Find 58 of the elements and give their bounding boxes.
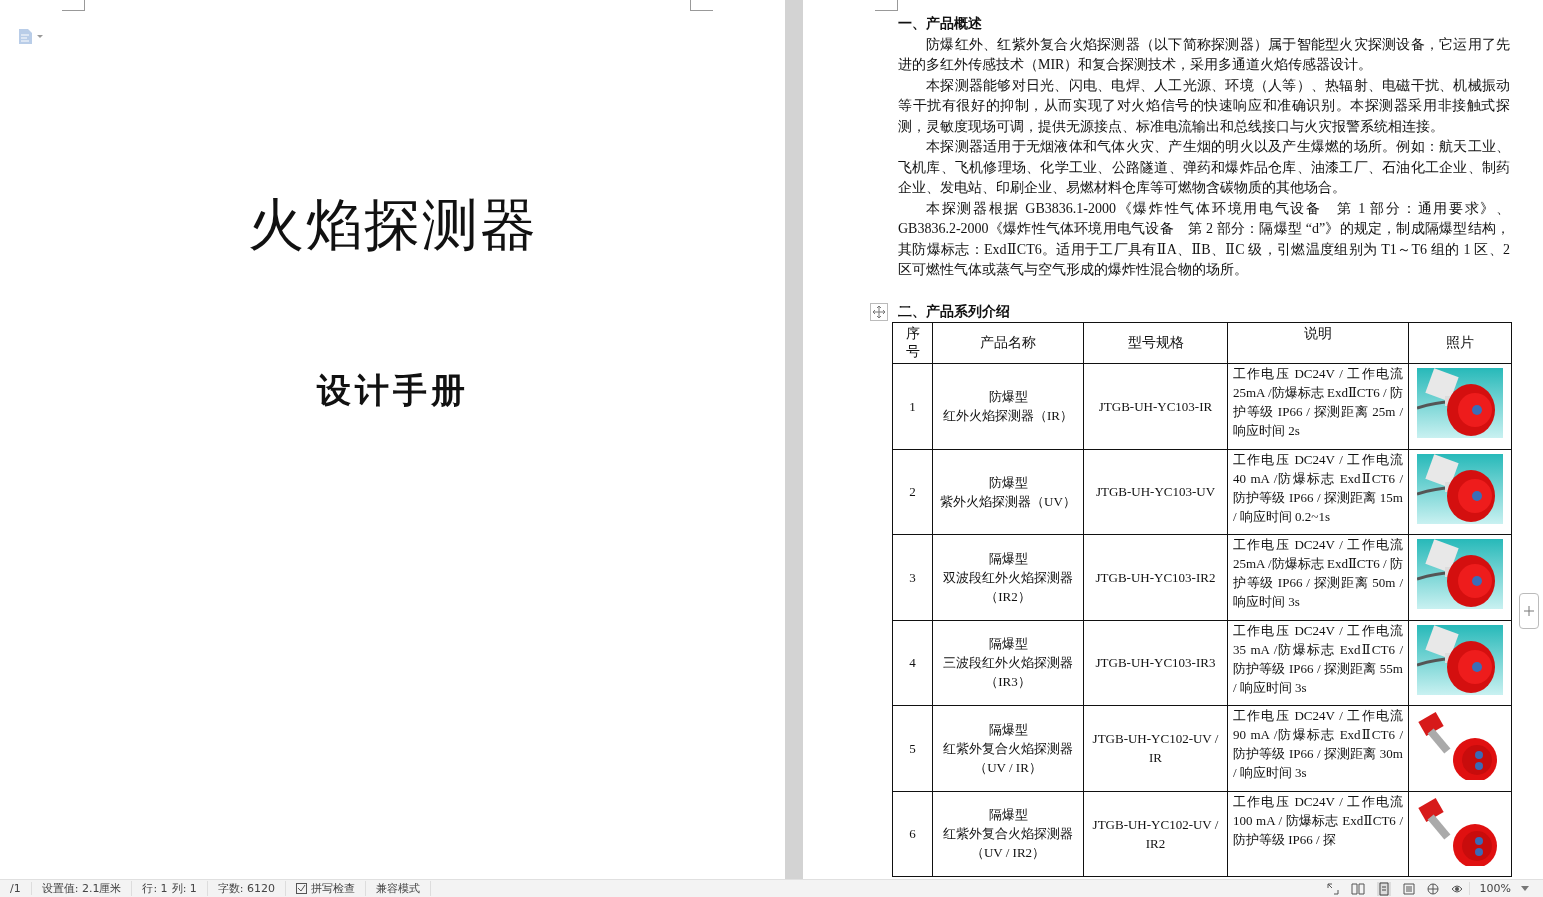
table-cell: 隔爆型 红紫外复合火焰探测器（UV / IR） <box>932 705 1084 791</box>
paragraph: 本探测器能够对日光、闪电、电焊、人工光源、环境（人等）、热辐射、电磁干扰、机械振动等干扰有很好的抑制，从而实现了对火焰信号的快速响应和准确识别。本探测器采用非接触式探测，灵敏度现场可调，提供无源接点、标准电流输出和总线接口与火灾报警系统相连接。 <box>898 76 1510 136</box>
table-cell: JTGB-UH-YC102-UV / IR <box>1083 705 1228 791</box>
word-count[interactable]: 字数: 6120 <box>207 881 287 896</box>
table-cell: 工作电压 DC24V / 工作电流 90 mA /防爆标志 ExdⅡCT6 / 防护等级 IP66 / 探测距离 30m / 响应时间 3s <box>1227 705 1409 791</box>
table-cell: 防爆型 红外火焰探测器（IR） <box>932 363 1084 449</box>
table-cell: 3 <box>892 534 933 620</box>
table-cell: JTGB-UH-YC103-IR2 <box>1083 534 1228 620</box>
table-cell: 1 <box>892 363 933 449</box>
section-heading: 二、产品系列介绍 <box>898 303 1010 319</box>
zoom-level[interactable]: 100% <box>1468 882 1521 895</box>
table-cell: 工作电压 DC24V / 工作电流 25mA /防爆标志 ExdⅡCT6 / 防护等级 IP66 / 探测距离 50m / 响应时间 3s <box>1227 534 1409 620</box>
page-view-icon[interactable] <box>1376 881 1391 896</box>
column-header: 说明 <box>1227 322 1409 364</box>
column-indicator: 列: 1 <box>171 881 197 896</box>
column-header: 产品名称 <box>932 322 1084 364</box>
table-cell: 工作电压 DC24V / 工作电流 100 mA / 防爆标志 ExdⅡCT6 / 防护等级 IP66 / 探 <box>1227 791 1409 877</box>
column-header: 型号规格 <box>1083 322 1228 364</box>
table-cell: 防爆型 紫外火焰探测器（UV） <box>932 449 1084 535</box>
document-title: 火焰探测器 <box>247 193 538 258</box>
corner-mark <box>62 0 85 11</box>
table-cell: JTGB-UH-YC102-UV / IR2 <box>1083 791 1228 877</box>
checkbox-icon[interactable] <box>296 883 308 894</box>
page-indicator[interactable]: /1 <box>0 882 32 895</box>
corner-mark <box>875 0 898 11</box>
caret-icon[interactable] <box>1521 885 1529 892</box>
paragraph: 本探测器根据 GB3836.1-2000《爆炸性气体环境用电气设备 第 1 部分：通用要求》、GB3836.2-2000《爆炸性气体环境用电气设备 第 2 部分：隔爆型 “d”》的规定，制成隔爆型结构，其防爆标志：ExdⅡCT6。适用于工厂具有ⅡA、ⅡB、ⅡC 级，引燃温度组别为 T1～T6 组的 1 区、2 区可燃性气体或蒸气与空气形成的爆炸性混合物的场所。 <box>898 199 1510 279</box>
table-cell: JTGB-UH-YC103-UV <box>1083 449 1228 535</box>
table-cell: 6 <box>892 791 933 877</box>
table-cell: 隔爆型 双波段红外火焰探测器（IR2） <box>932 534 1084 620</box>
table-cell: 5 <box>892 705 933 791</box>
table-cell: 2 <box>892 449 933 535</box>
table-cell: 工作电压 DC24V / 工作电流 25mA /防爆标志 ExdⅡCT6 / 防护等级 IP66 / 探测距离 25m / 响应时间 2s <box>1227 363 1409 449</box>
table-cell: 工作电压 DC24V / 工作电流 35 mA /防爆标志 ExdⅡCT6 / 防护等级 IP66 / 探测距离 55m / 响应时间 3s <box>1227 620 1409 706</box>
table-cell: 工作电压 DC24V / 工作电流 40 mA /防爆标志 ExdⅡCT6 / 防护等级 IP66 / 探测距离 15m / 响应时间 0.2~1s <box>1227 449 1409 535</box>
fullscreen-icon[interactable] <box>1326 882 1339 895</box>
document-subtitle: 设计手册 <box>316 371 469 411</box>
outline-icon[interactable] <box>1402 882 1415 895</box>
table-cell: 隔爆型 红紫外复合火焰探测器（UV / IR2） <box>932 791 1084 877</box>
table-cell: JTGB-UH-YC103-IR <box>1083 363 1228 449</box>
book-icon[interactable] <box>1350 882 1365 895</box>
paragraph: 本探测器适用于无烟液体和气体火灾、产生烟的明火以及产生爆燃的场所。例如：航天工业、飞机库、飞机修理场、化学工业、公路隧道、弹药和爆炸品仓库、油漆工厂、石油化工企业、制药企业、发电站、印刷企业、易燃材料仓库等可燃物含碳物质的其他场合。 <box>898 138 1510 197</box>
setting-value[interactable]: 设置值: 2.1厘米 <box>31 881 133 896</box>
spell-check-label[interactable]: 拼写检查 <box>311 881 356 896</box>
column-header: 照片 <box>1408 322 1512 364</box>
globe-icon[interactable] <box>1426 882 1439 895</box>
eye-icon[interactable] <box>1450 882 1463 895</box>
column-header: 序号 <box>892 322 933 364</box>
line-indicator: 行: 1 <box>142 881 168 896</box>
section-heading: 一、产品概述 <box>898 15 983 33</box>
move-handle-icon[interactable] <box>870 302 888 321</box>
table-cell: 隔爆型 三波段红外火焰探测器（IR3） <box>932 620 1084 706</box>
compatibility-mode[interactable]: 兼容模式 <box>366 881 432 896</box>
table-cell: JTGB-UH-YC103-IR3 <box>1083 620 1228 706</box>
plus-icon <box>1524 606 1534 616</box>
paragraph: 防爆红外、红紫外复合火焰探测器（以下简称探测器）属于智能型火灾探测设备，它运用了先进的多红外传感技术（MIR）和复合探测技术，采用多通道火焰传感器设计。 <box>898 35 1510 74</box>
corner-mark <box>690 0 713 11</box>
table-cell: 4 <box>892 620 933 706</box>
